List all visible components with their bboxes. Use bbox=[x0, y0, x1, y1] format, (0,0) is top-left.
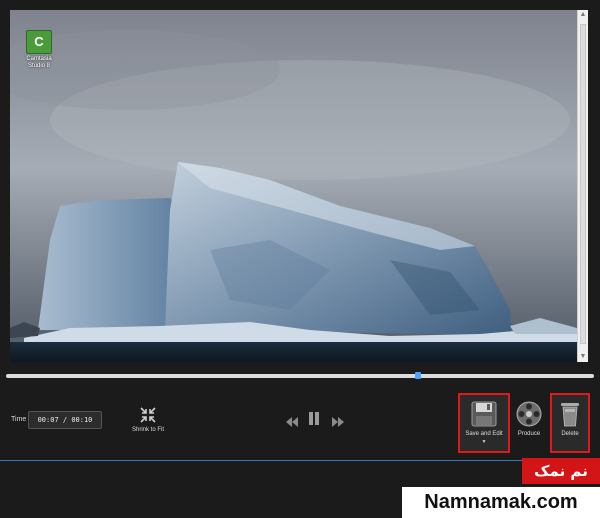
skip-back-icon[interactable] bbox=[286, 414, 298, 432]
shrink-to-fit-button[interactable]: Shrink to Fit bbox=[128, 406, 168, 433]
pause-icon[interactable] bbox=[308, 412, 320, 430]
iceberg-image bbox=[10, 10, 577, 362]
save-and-edit-label: Save and Edit bbox=[465, 431, 503, 437]
camtasia-app-icon: C bbox=[26, 30, 52, 54]
playhead-handle[interactable] bbox=[414, 372, 421, 379]
watermark-tag: نم نمک bbox=[522, 458, 600, 484]
shrink-to-fit-icon bbox=[140, 407, 156, 423]
camtasia-desktop-icon[interactable]: C Camtasia Studio 8 bbox=[24, 30, 54, 70]
save-dropdown-icon[interactable]: ▼ bbox=[460, 439, 508, 445]
scroll-up-arrow-icon[interactable]: ▲ bbox=[578, 10, 588, 20]
produce-button[interactable]: Produce bbox=[513, 395, 545, 451]
shrink-to-fit-label: Shrink to Fit bbox=[131, 427, 164, 433]
time-separator: / bbox=[62, 416, 68, 424]
floppy-disk-icon bbox=[471, 401, 497, 427]
total-time: 00:10 bbox=[71, 416, 93, 424]
skip-forward-icon[interactable] bbox=[332, 414, 344, 432]
preview-scrollbar[interactable]: ▲ ▼ bbox=[577, 10, 588, 362]
camtasia-icon-label: Camtasia Studio 8 bbox=[26, 56, 52, 69]
panel-divider bbox=[0, 460, 600, 461]
watermark-site: Namnamak.com bbox=[402, 487, 600, 518]
playback-controls bbox=[286, 412, 346, 430]
video-preview: C Camtasia Studio 8 ▲ ▼ bbox=[10, 10, 588, 362]
scroll-down-arrow-icon[interactable]: ▼ bbox=[578, 352, 588, 362]
delete-button[interactable]: Delete bbox=[550, 393, 590, 453]
time-label: Time bbox=[11, 416, 27, 423]
delete-label: Delete bbox=[561, 431, 579, 437]
save-and-edit-button[interactable]: Save and Edit ▼ bbox=[458, 393, 510, 453]
film-reel-icon bbox=[516, 401, 542, 427]
scroll-thumb[interactable] bbox=[580, 24, 586, 344]
current-time: 00:07 bbox=[37, 416, 59, 424]
produce-label: Produce bbox=[517, 431, 541, 437]
timeline-scrubber[interactable] bbox=[6, 372, 594, 379]
trash-can-icon bbox=[561, 403, 579, 427]
time-display: 00:07 / 00:10 bbox=[28, 411, 102, 429]
